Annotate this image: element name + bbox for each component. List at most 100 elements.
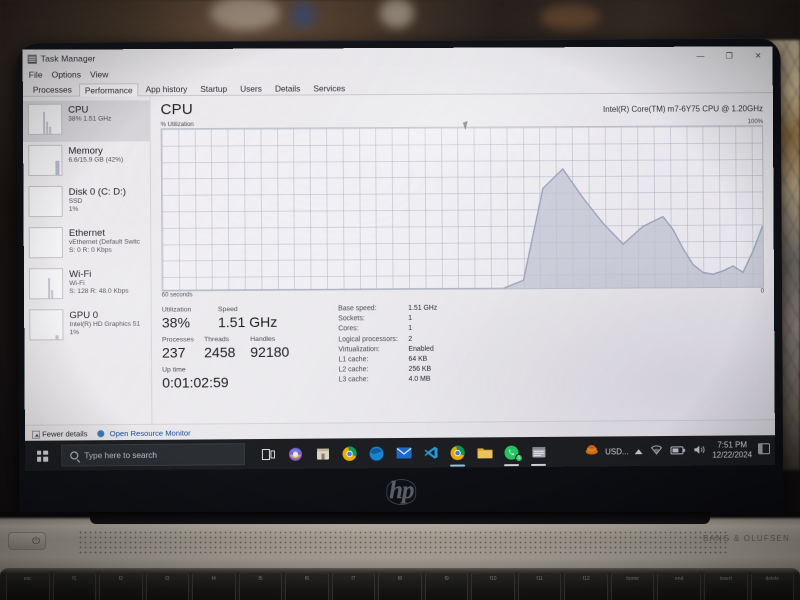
key-insert[interactable]: insert — [703, 572, 748, 600]
windows-taskbar: Type here to search 5 USD... 7:51 PM 12/… — [24, 435, 776, 471]
key-esc[interactable]: esc — [6, 572, 50, 600]
clock-time: 7:51 PM — [717, 440, 748, 450]
battery-icon[interactable] — [670, 442, 685, 460]
sidebar-item-disk[interactable]: Disk 0 (C: D:) SSD 1% — [23, 182, 150, 224]
sidebar-ethernet-title: Ethernet — [68, 227, 106, 239]
key-f9[interactable]: f9 — [424, 572, 469, 600]
power-button[interactable]: ⏻ — [8, 532, 46, 550]
sidebar-memory-sub: 6.6/15.9 GB (42%) — [68, 156, 124, 164]
edge-icon[interactable] — [364, 438, 389, 468]
key-f4[interactable]: f4 — [192, 572, 236, 600]
taskbar-clock[interactable]: 7:51 PM 12/22/2024 — [712, 440, 752, 460]
key-f7[interactable]: f7 — [331, 572, 376, 600]
maximize-button[interactable]: ❐ — [715, 46, 744, 64]
spec-row-l1-cache: L1 cache: 64 KB — [338, 355, 437, 366]
utilization-label: Utilization — [161, 306, 192, 314]
speed-value: 1.51 GHz — [217, 313, 278, 331]
action-center-icon[interactable] — [758, 441, 770, 459]
usd-widget-icon[interactable] — [585, 443, 600, 461]
search-icon — [70, 451, 79, 460]
tab-startup[interactable]: Startup — [194, 81, 233, 95]
window-titlebar[interactable]: Task Manager — ❐ ✕ — [22, 46, 773, 68]
spec-value-cores: 1 — [408, 325, 413, 333]
sidebar-item-ethernet[interactable]: Ethernet vEthernet (Default Switc S: 0 R… — [24, 223, 151, 265]
chrome-window-icon[interactable] — [445, 437, 470, 467]
whatsapp-icon[interactable]: 5 — [499, 437, 524, 467]
cpu-spec-list: Base speed: 1.51 GHz Sockets: 1 Cores: 1 — [338, 304, 438, 391]
spec-row-sockets: Sockets: 1 — [338, 314, 437, 325]
laptop-lid: Task Manager — ❐ ✕ File Options View Pro… — [16, 37, 784, 521]
spec-row-virtualization: Virtualization: Enabled — [338, 345, 437, 356]
spec-value-base-speed: 1.51 GHz — [408, 304, 438, 312]
task-view-button[interactable] — [256, 439, 281, 469]
key-f1[interactable]: f1 — [52, 572, 97, 600]
cpu-detail-panel: CPU Intel(R) Core(TM) m7-6Y75 CPU @ 1.20… — [150, 93, 774, 424]
window-title: Task Manager — [40, 53, 96, 64]
cpu-model-label: Intel(R) Core(TM) m7-6Y75 CPU @ 1.20GHz — [603, 104, 763, 114]
task-manager-taskbar-icon[interactable] — [526, 437, 551, 467]
key-f6[interactable]: f6 — [285, 572, 329, 600]
key-end[interactable]: end — [657, 572, 701, 600]
sidebar-wifi-title: Wi-Fi — [69, 268, 92, 281]
menu-options[interactable]: Options — [51, 69, 83, 79]
open-resource-monitor-link[interactable]: Open Resource Monitor — [97, 428, 191, 438]
key-f3[interactable]: f3 — [145, 572, 190, 600]
wifi-icon[interactable] — [650, 442, 662, 460]
chrome-icon[interactable] — [337, 438, 362, 468]
tab-performance[interactable]: Performance — [78, 82, 139, 97]
fewer-details-button[interactable]: Fewer details — [31, 429, 88, 439]
sidebar-item-wifi[interactable]: Wi-Fi Wi-Fi S: 128 R: 48.0 Kbps — [24, 265, 151, 307]
file-explorer-icon[interactable] — [472, 437, 497, 467]
tab-app-history[interactable]: App history — [140, 82, 194, 96]
spec-label-virtualization: Virtualization: — [338, 345, 380, 354]
memory-thumbnail-icon — [28, 144, 63, 177]
minimize-button[interactable]: — — [686, 47, 715, 65]
wifi-thumbnail-icon — [28, 268, 64, 300]
taskbar-pinned-apps: 5 — [256, 437, 551, 469]
sidebar-cpu-sub: 38% 1.51 GHz — [68, 115, 112, 123]
key-f12[interactable]: f12 — [564, 572, 608, 600]
spec-label-l2-cache: L2 cache: — [338, 366, 369, 374]
key-delete[interactable]: delete — [750, 572, 795, 600]
cpu-thumbnail-icon — [27, 103, 63, 135]
start-button[interactable] — [25, 441, 59, 471]
laptop-base: ⏻ BANG & OLUFSEN esc f1 f2 f3 f4 f5 f6 f… — [0, 512, 800, 600]
key-f2[interactable]: f2 — [99, 572, 143, 600]
spec-value-logical-processors: 2 — [408, 335, 413, 343]
laptop-photo: Task Manager — ❐ ✕ File Options View Pro… — [0, 0, 800, 600]
search-input[interactable]: Type here to search — [61, 443, 245, 467]
keyboard-function-row: esc f1 f2 f3 f4 f5 f6 f7 f8 f9 f10 f11 f… — [0, 568, 800, 600]
volume-icon[interactable] — [693, 442, 706, 460]
tab-services[interactable]: Services — [307, 81, 351, 95]
spec-label-sockets: Sockets: — [338, 315, 365, 323]
menu-view[interactable]: View — [89, 69, 109, 79]
key-f8[interactable]: f8 — [378, 572, 422, 600]
menu-file[interactable]: File — [28, 70, 44, 80]
microsoft-store-icon[interactable] — [310, 438, 335, 468]
vscode-icon[interactable] — [418, 438, 443, 468]
processes-value: 237 — [161, 344, 186, 361]
sidebar-item-memory[interactable]: Memory 6.6/15.9 GB (42%) — [23, 141, 150, 183]
key-f5[interactable]: f5 — [238, 572, 283, 600]
show-hidden-icons-caret[interactable] — [634, 448, 643, 454]
windows-start-icon — [36, 450, 48, 462]
gpu-thumbnail-icon — [29, 309, 64, 341]
mail-icon[interactable] — [391, 438, 416, 468]
tray-app-label[interactable]: USD... — [605, 447, 629, 456]
cpu-utilization-graph — [160, 125, 765, 292]
tab-processes[interactable]: Processes — [27, 82, 78, 96]
tab-details[interactable]: Details — [269, 81, 307, 94]
tab-users[interactable]: Users — [234, 81, 268, 94]
graph-y-min: 0 — [760, 288, 765, 295]
system-tray: USD... 7:51 PM 12/22/2024 — [585, 440, 775, 461]
task-manager-icon — [27, 54, 37, 64]
spec-value-sockets: 1 — [408, 315, 413, 323]
handles-label: Handles — [250, 335, 276, 344]
key-f11[interactable]: f11 — [517, 572, 562, 600]
key-home[interactable]: home — [610, 572, 655, 600]
key-f10[interactable]: f10 — [471, 572, 515, 600]
sidebar-item-cpu[interactable]: CPU 38% 1.51 GHz — [22, 100, 150, 142]
sidebar-item-gpu[interactable]: GPU 0 Intel(R) HD Graphics 51 1% — [24, 306, 151, 348]
close-button[interactable]: ✕ — [744, 46, 773, 64]
copilot-icon[interactable] — [283, 439, 308, 469]
